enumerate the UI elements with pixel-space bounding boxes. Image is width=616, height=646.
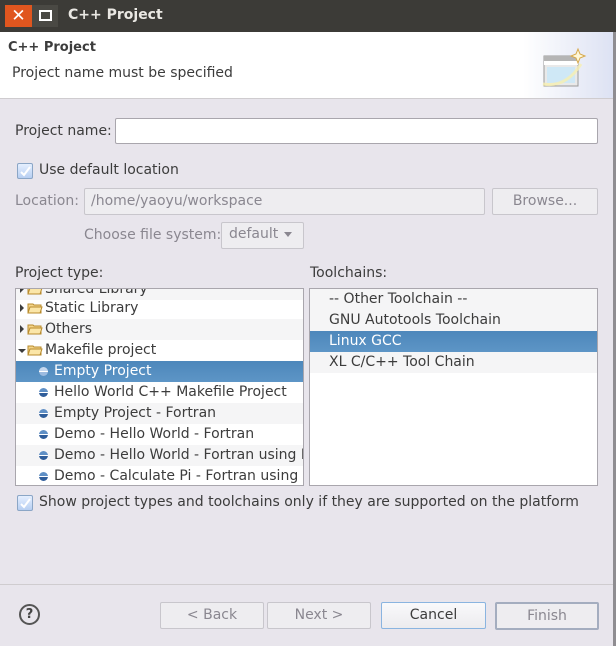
maximize-icon [39,10,52,21]
button-bar-divider [0,584,613,585]
collapse-arrow-icon[interactable] [18,349,26,353]
tree-item-makefile-project[interactable]: Makefile project [16,340,303,361]
window-titlebar: ✕ C++ Project [0,0,616,32]
chevron-down-icon [284,231,293,237]
file-system-label: Choose file system: [84,227,222,243]
checkmark-icon [20,498,31,509]
project-template-icon [39,388,48,397]
wizard-message: Project name must be specified [12,65,233,81]
file-system-dropdown[interactable]: default [221,222,304,249]
toolchain-item[interactable]: XL C/C++ Tool Chain [310,352,597,373]
folder-icon [27,289,43,295]
browse-button[interactable]: Browse... [492,188,598,215]
toolchain-item[interactable]: GNU Autotools Toolchain [310,310,597,331]
file-system-value: default [229,226,279,242]
folder-icon [27,324,43,335]
next-button[interactable]: Next > [267,602,371,629]
tree-item-demo-hello-world-fortran[interactable]: Demo - Hello World - Fortran [16,424,303,445]
project-template-icon [39,472,48,481]
cancel-button[interactable]: Cancel [381,602,486,629]
maximize-button[interactable] [32,5,58,27]
expand-arrow-icon[interactable] [20,325,24,333]
window-title: C++ Project [68,7,163,23]
tree-item-demo-hello-world-fortran-m[interactable]: Demo - Hello World - Fortran using M [16,445,303,466]
toolchain-item[interactable]: -- Other Toolchain -- [310,289,597,310]
location-input[interactable]: /home/yaoyu/workspace [84,188,485,215]
location-label: Location: [15,193,79,209]
tree-item-empty-project[interactable]: Empty Project [16,361,303,382]
project-template-icon [39,430,48,439]
tree-item-hello-world-cpp-makefile[interactable]: Hello World C++ Makefile Project [16,382,303,403]
project-template-icon [39,367,48,376]
toolchains-label: Toolchains: [310,265,388,281]
show-supported-only-label: Show project types and toolchains only i… [39,494,579,510]
wizard-title: C++ Project [8,40,96,55]
wizard-header: C++ Project Project name must be specifi… [0,32,613,99]
show-supported-only-checkbox[interactable] [17,495,33,511]
expand-arrow-icon[interactable] [20,289,24,293]
tree-item-demo-calculate-pi-fortran-m[interactable]: Demo - Calculate Pi - Fortran using M [16,466,303,485]
project-type-label: Project type: [15,265,104,281]
project-name-input[interactable] [115,118,598,144]
close-icon: ✕ [11,6,26,26]
toolchains-list[interactable]: -- Other Toolchain -- GNU Autotools Tool… [309,288,598,486]
tree-item-empty-project-fortran[interactable]: Empty Project - Fortran [16,403,303,424]
back-button[interactable]: < Back [160,602,264,629]
folder-open-icon [27,345,43,356]
use-default-location-checkbox[interactable] [17,163,33,179]
folder-icon [27,303,43,314]
project-template-icon [39,409,48,418]
toolchain-item[interactable]: Linux GCC [310,331,597,352]
help-icon[interactable]: ? [19,604,40,625]
project-name-label: Project name: [15,123,112,139]
use-default-location-label: Use default location [39,162,179,178]
expand-arrow-icon[interactable] [20,304,24,312]
new-project-wizard-icon [542,47,587,87]
project-template-icon [39,451,48,460]
checkmark-icon [20,166,31,177]
tree-item-static-library[interactable]: Static Library [16,298,303,319]
tree-item-others[interactable]: Others [16,319,303,340]
project-type-tree[interactable]: Shared Library Static Library Others Mak… [15,288,304,486]
close-button[interactable]: ✕ [5,5,32,27]
finish-button[interactable]: Finish [495,602,599,630]
